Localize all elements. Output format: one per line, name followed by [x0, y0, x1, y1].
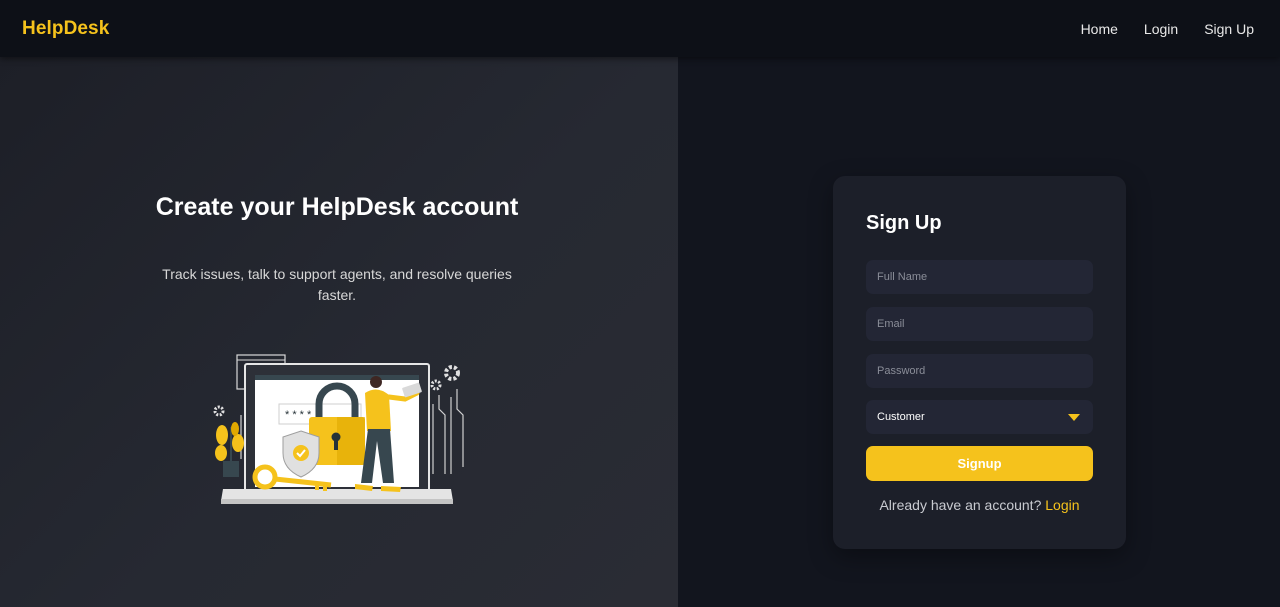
security-illustration: * * * * [213, 354, 464, 504]
form-panel: Sign Up Customer Signup Already have an … [678, 57, 1280, 607]
email-input[interactable] [866, 307, 1093, 341]
signup-card: Sign Up Customer Signup Already have an … [833, 176, 1126, 549]
navbar: HelpDesk Home Login Sign Up [0, 0, 1280, 57]
hero-subtitle: Track issues, talk to support agents, an… [162, 266, 512, 303]
role-select-value: Customer [877, 411, 925, 423]
password-mask-text: * * * * [285, 409, 312, 421]
signup-title: Sign Up [866, 212, 942, 234]
login-link[interactable]: Login [1045, 497, 1079, 513]
nav-links: Home Login Sign Up [1081, 21, 1258, 37]
caret-down-icon [1068, 413, 1080, 421]
nav-home-link[interactable]: Home [1081, 21, 1118, 37]
password-input[interactable] [866, 354, 1093, 388]
nav-login-link[interactable]: Login [1144, 21, 1178, 37]
login-prompt-line: Already have an account? Login [833, 497, 1126, 513]
nav-signup-link[interactable]: Sign Up [1204, 21, 1254, 37]
hero-panel: Create your HelpDesk account Track issue… [0, 57, 678, 607]
role-select[interactable]: Customer [866, 400, 1093, 434]
hero-title: Create your HelpDesk account [155, 193, 519, 221]
plant-icon [215, 422, 244, 477]
login-prompt-text: Already have an account? [879, 497, 1042, 513]
signup-button[interactable]: Signup [866, 446, 1093, 481]
brand-logo[interactable]: HelpDesk [22, 18, 109, 40]
full-name-input[interactable] [866, 260, 1093, 294]
